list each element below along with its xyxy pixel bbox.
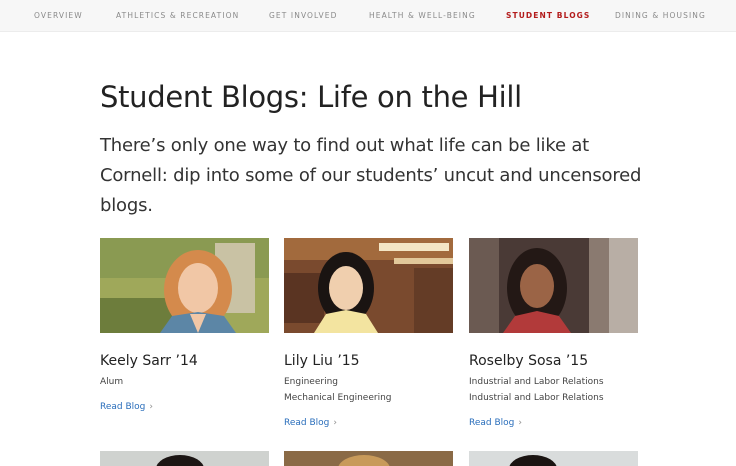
read-blog-label: Read Blog bbox=[100, 402, 146, 412]
blog-card: Keely Sarr ’14 Alum Read Blog › bbox=[100, 238, 269, 413]
student-photo-partial[interactable] bbox=[100, 451, 269, 466]
blog-card: Roselby Sosa ’15 Industrial and Labor Re… bbox=[469, 238, 638, 429]
nav-get-involved[interactable]: GET INVOLVED bbox=[269, 11, 337, 20]
chevron-right-icon: › bbox=[333, 418, 337, 428]
read-blog-link[interactable]: Read Blog › bbox=[100, 402, 153, 412]
student-photo-partial[interactable] bbox=[284, 451, 453, 466]
student-detail: Industrial and Labor Relations bbox=[469, 377, 604, 387]
chevron-right-icon: › bbox=[149, 402, 153, 412]
student-photo-partial[interactable] bbox=[469, 451, 638, 466]
student-detail: Alum bbox=[100, 377, 124, 387]
student-name: Roselby Sosa ’15 bbox=[469, 353, 589, 369]
nav-dining-housing[interactable]: DINING & HOUSING bbox=[615, 11, 706, 20]
read-blog-link[interactable]: Read Blog › bbox=[469, 418, 522, 428]
nav-overview[interactable]: OVERVIEW bbox=[34, 11, 83, 20]
student-detail: Engineering bbox=[284, 377, 338, 387]
student-photo-roselby[interactable] bbox=[469, 238, 638, 333]
student-detail: Mechanical Engineering bbox=[284, 393, 392, 403]
student-name: Keely Sarr ’14 bbox=[100, 353, 198, 369]
chevron-right-icon: › bbox=[518, 418, 522, 428]
student-photo-lily[interactable] bbox=[284, 238, 453, 333]
blog-card: Lily Liu ’15 Engineering Mechanical Engi… bbox=[284, 238, 453, 429]
nav-health-well-being[interactable]: HEALTH & WELL-BEING bbox=[369, 11, 476, 20]
student-name: Lily Liu ’15 bbox=[284, 353, 360, 369]
nav-student-blogs[interactable]: STUDENT BLOGS bbox=[506, 11, 590, 20]
student-photo-keely[interactable] bbox=[100, 238, 269, 333]
read-blog-label: Read Blog bbox=[469, 418, 515, 428]
nav-athletics-recreation[interactable]: ATHLETICS & RECREATION bbox=[116, 11, 239, 20]
read-blog-link[interactable]: Read Blog › bbox=[284, 418, 337, 428]
page-intro: There’s only one way to find out what li… bbox=[100, 135, 642, 216]
page-title: Student Blogs: Life on the Hill bbox=[100, 80, 522, 114]
student-detail: Industrial and Labor Relations bbox=[469, 393, 604, 403]
read-blog-label: Read Blog bbox=[284, 418, 330, 428]
section-nav: OVERVIEW ATHLETICS & RECREATION GET INVO… bbox=[0, 0, 736, 32]
